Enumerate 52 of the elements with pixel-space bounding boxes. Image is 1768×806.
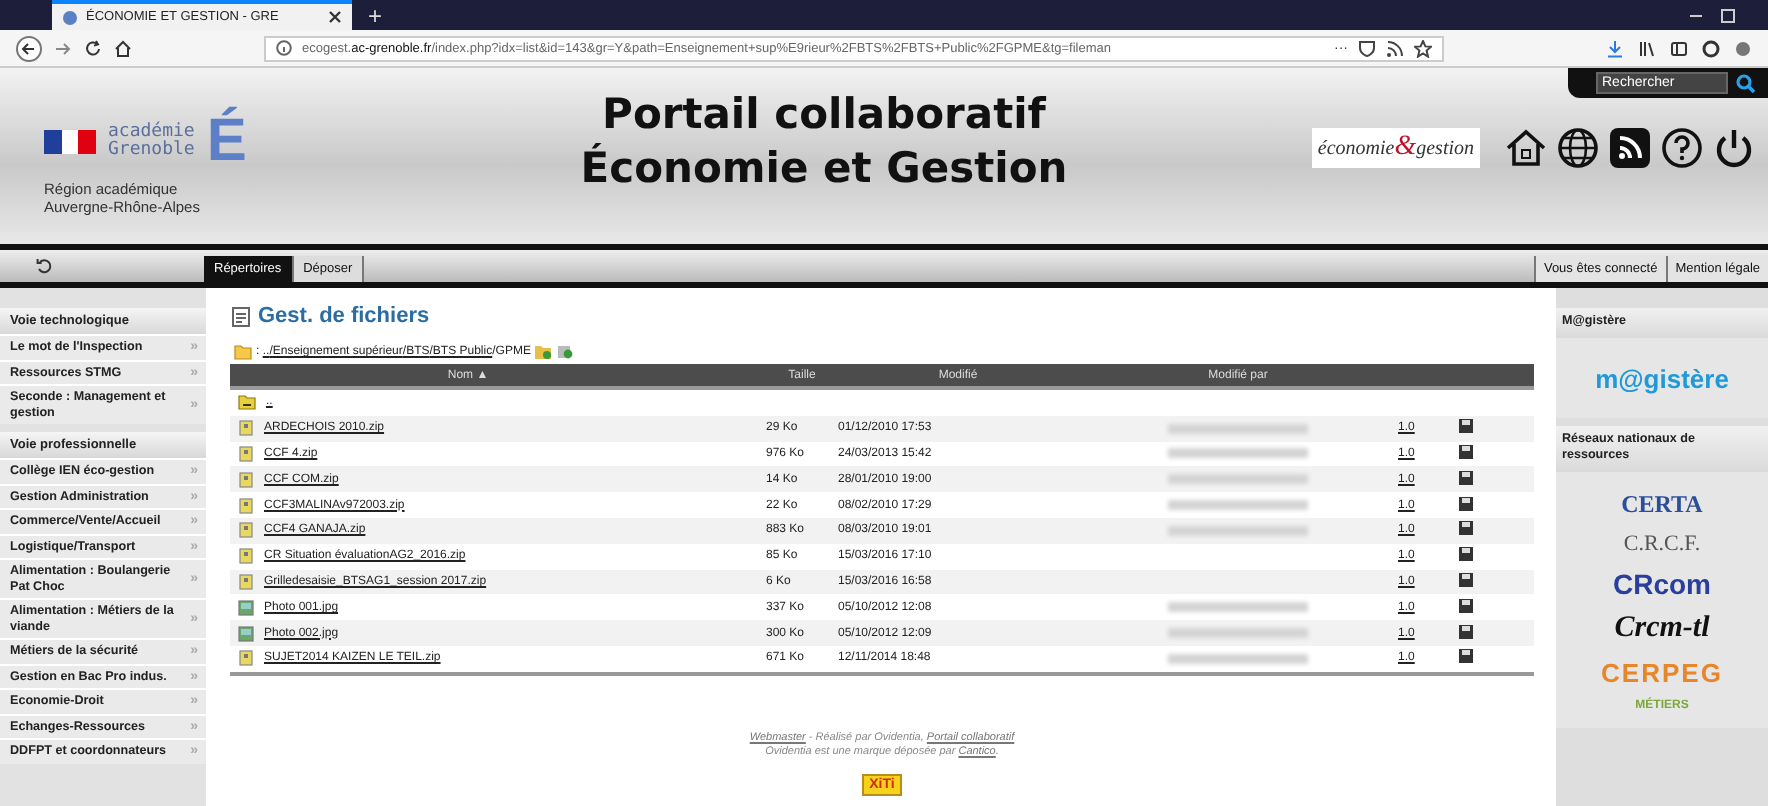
archive-file-icon — [238, 573, 254, 590]
save-icon[interactable] — [1458, 597, 1474, 614]
new-tab-button[interactable]: + — [368, 1, 383, 29]
folder-icon — [234, 344, 252, 360]
save-icon[interactable] — [1458, 520, 1474, 537]
help-icon[interactable] — [1660, 126, 1704, 170]
library-icon[interactable] — [1638, 39, 1656, 57]
maximize-icon[interactable] — [1720, 7, 1736, 23]
save-icon[interactable] — [1458, 571, 1474, 588]
archive-file-icon — [238, 497, 254, 514]
save-icon[interactable] — [1458, 443, 1474, 460]
page-title: Gest. de fichiers — [258, 304, 430, 328]
partner-logo[interactable]: CERTA — [1621, 490, 1703, 520]
flag-icon — [44, 130, 96, 154]
star-icon[interactable] — [1414, 39, 1432, 57]
archive-file-icon — [238, 522, 254, 539]
partner-logo[interactable]: Crcm-tl — [1614, 612, 1710, 646]
search-icon[interactable] — [1736, 73, 1756, 93]
reload-icon[interactable] — [84, 39, 102, 57]
home-icon[interactable] — [114, 39, 132, 57]
academie-text: académie — [108, 124, 195, 142]
archive-file-icon — [238, 420, 254, 437]
save-icon[interactable] — [1458, 623, 1474, 640]
document-icon — [230, 305, 252, 327]
archive-file-icon — [238, 445, 254, 462]
save-icon[interactable] — [1458, 648, 1474, 665]
portal-title: Portail collaboratif Économie et Gestion — [578, 88, 1070, 196]
partner-logo[interactable]: CRcom — [1612, 568, 1711, 600]
close-icon[interactable] — [328, 10, 342, 24]
parent-folder-icon[interactable] — [238, 394, 256, 411]
info-icon — [276, 40, 292, 56]
economie-gestion-logo[interactable]: économie&gestion — [1311, 128, 1480, 168]
archive-file-icon — [238, 548, 254, 565]
partner-logo[interactable]: C.R.C.F. — [1623, 532, 1701, 556]
download-icon[interactable] — [1606, 39, 1624, 57]
power-icon[interactable] — [1712, 126, 1756, 170]
archive-file-icon — [238, 471, 254, 488]
archive-file-icon — [238, 650, 254, 667]
save-icon[interactable] — [1458, 546, 1474, 563]
save-icon[interactable] — [1458, 495, 1474, 512]
home-icon[interactable] — [1504, 126, 1548, 170]
rss-icon[interactable] — [1608, 126, 1652, 170]
rss-icon[interactable] — [1386, 39, 1404, 57]
sidebar-icon[interactable] — [1670, 39, 1688, 57]
forward-icon[interactable] — [54, 39, 72, 57]
back-icon[interactable] — [16, 35, 42, 61]
folder-add-icon[interactable] — [534, 344, 553, 360]
save-icon[interactable] — [1458, 418, 1474, 435]
save-icon[interactable] — [1458, 469, 1474, 486]
undo-icon[interactable] — [36, 257, 54, 275]
academie-city: Grenoble — [108, 142, 195, 160]
shield-icon[interactable] — [1358, 39, 1376, 57]
